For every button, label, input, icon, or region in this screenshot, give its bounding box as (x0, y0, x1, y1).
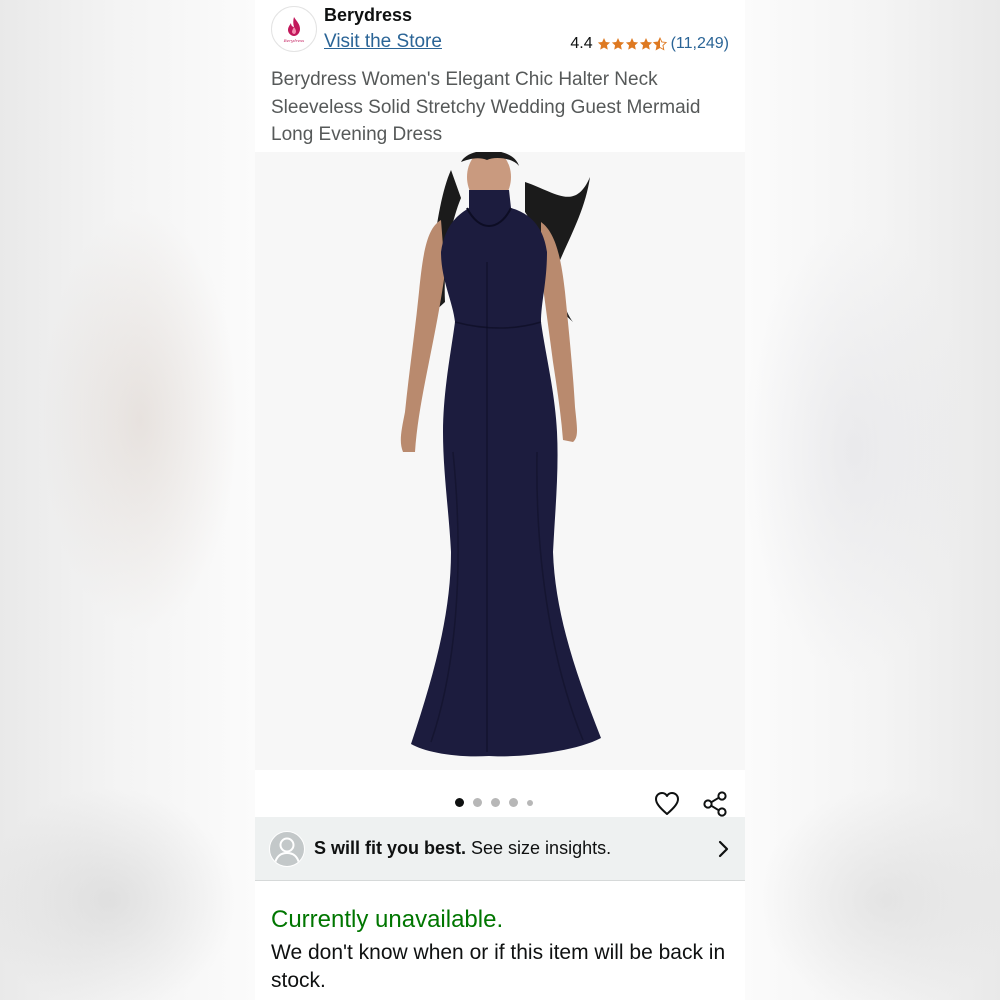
store-name: Berydress (324, 5, 413, 25)
visit-store-link[interactable]: Visit the Store (324, 31, 442, 53)
flame-logo-icon: Berydress (283, 17, 304, 43)
size-fit-banner[interactable]: S will fit you best. See size insights. (255, 817, 745, 881)
store-header: Berydress Berydress Visit the Store 4.4 … (255, 0, 745, 62)
star-full-icon (639, 38, 652, 50)
background-blur-right (745, 0, 1000, 1000)
svg-text:Berydress: Berydress (283, 38, 304, 43)
rating-count-link[interactable]: (11,249) (671, 35, 729, 53)
availability-status: Currently unavailable. (271, 906, 504, 933)
carousel-dot[interactable] (455, 798, 464, 807)
dress-photo (400, 152, 601, 757)
star-full-icon (611, 38, 624, 50)
product-page: Berydress Berydress Visit the Store 4.4 … (255, 0, 745, 1000)
carousel-dot[interactable] (473, 798, 482, 807)
carousel-dot[interactable] (491, 798, 500, 807)
carousel-dot[interactable] (509, 798, 518, 807)
store-logo[interactable]: Berydress (271, 6, 317, 52)
star-full-icon (597, 38, 610, 50)
product-image[interactable] (255, 152, 745, 770)
rating-value: 4.4 (570, 35, 593, 52)
size-fit-text: S will fit you best. See size insights. (314, 838, 611, 859)
left-arm-shape (400, 220, 445, 452)
stock-message: We don't know when or if this item will … (271, 941, 726, 992)
carousel-dot[interactable] (527, 799, 533, 806)
chevron-right-icon (718, 840, 729, 858)
avatar (269, 831, 305, 867)
size-fit-recommendation: S will fit you best. (314, 838, 467, 858)
share-icon (703, 791, 727, 817)
size-insights-label: See size insights. (466, 838, 612, 858)
heart-icon (655, 792, 679, 815)
star-rating (597, 37, 667, 51)
product-title: Berydress Women's Elegant Chic Halter Ne… (271, 69, 701, 145)
user-avatar-icon (274, 837, 300, 864)
share-button[interactable] (701, 790, 729, 818)
favorite-button[interactable] (653, 790, 681, 818)
background-blur-left (0, 0, 255, 1000)
star-half-icon (652, 37, 667, 51)
rating-summary[interactable]: 4.4 (11,249) (570, 35, 729, 53)
star-full-icon (625, 38, 638, 50)
image-carousel-dots[interactable] (455, 798, 533, 807)
